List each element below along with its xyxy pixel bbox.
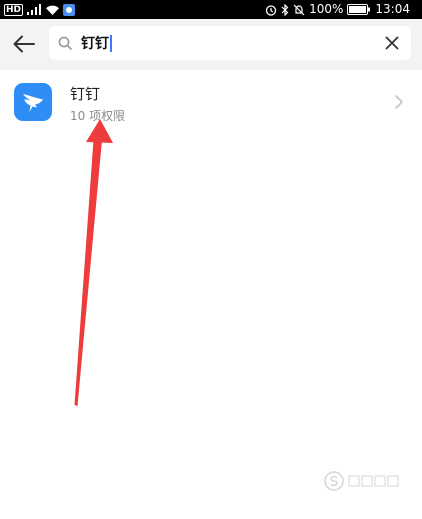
search-result-list: 钉钉 10 项权限 bbox=[0, 70, 422, 134]
watermark bbox=[324, 471, 400, 491]
arrow-left-icon bbox=[13, 35, 35, 53]
search-query: 钉钉 bbox=[81, 36, 109, 52]
status-bar: HD 100% 13:04 bbox=[0, 0, 422, 19]
search-box[interactable]: 钉钉 bbox=[49, 26, 411, 60]
app-permission-count: 10 项权限 bbox=[70, 109, 126, 123]
back-button[interactable] bbox=[8, 29, 40, 59]
alarm-icon bbox=[265, 4, 277, 16]
notification-app-icon bbox=[63, 3, 76, 16]
signal-icon bbox=[27, 3, 42, 15]
screen: HD 100% 13:04 钉钉 钉钉 10 项权限 bbox=[0, 0, 422, 519]
bluetooth-icon bbox=[281, 3, 289, 16]
dingtalk-logo-icon bbox=[23, 94, 43, 112]
search-header: 钉钉 bbox=[0, 19, 422, 70]
text-caret bbox=[110, 34, 112, 52]
search-input[interactable]: 钉钉 bbox=[81, 26, 112, 60]
chevron-right-icon bbox=[395, 95, 403, 109]
annotation-arrow-shaft bbox=[74, 140, 102, 406]
battery-icon bbox=[347, 4, 371, 15]
wifi-icon bbox=[46, 5, 60, 15]
result-item-dingtalk[interactable]: 钉钉 10 项权限 bbox=[0, 70, 422, 134]
mute-icon bbox=[293, 4, 305, 15]
watermark-text-mark bbox=[348, 475, 399, 487]
search-icon bbox=[58, 36, 72, 50]
app-name: 钉钉 bbox=[70, 85, 101, 103]
network-type-label: HD bbox=[4, 3, 24, 16]
clock: 13:04 bbox=[375, 2, 410, 16]
clear-search-button[interactable] bbox=[383, 34, 401, 52]
battery-percent: 100% bbox=[309, 2, 344, 16]
status-left: HD bbox=[4, 0, 76, 19]
status-right: 100% 13:04 bbox=[265, 0, 410, 19]
close-icon bbox=[385, 36, 399, 50]
dingtalk-app-icon bbox=[14, 83, 52, 121]
watermark-logo-icon bbox=[324, 471, 344, 491]
